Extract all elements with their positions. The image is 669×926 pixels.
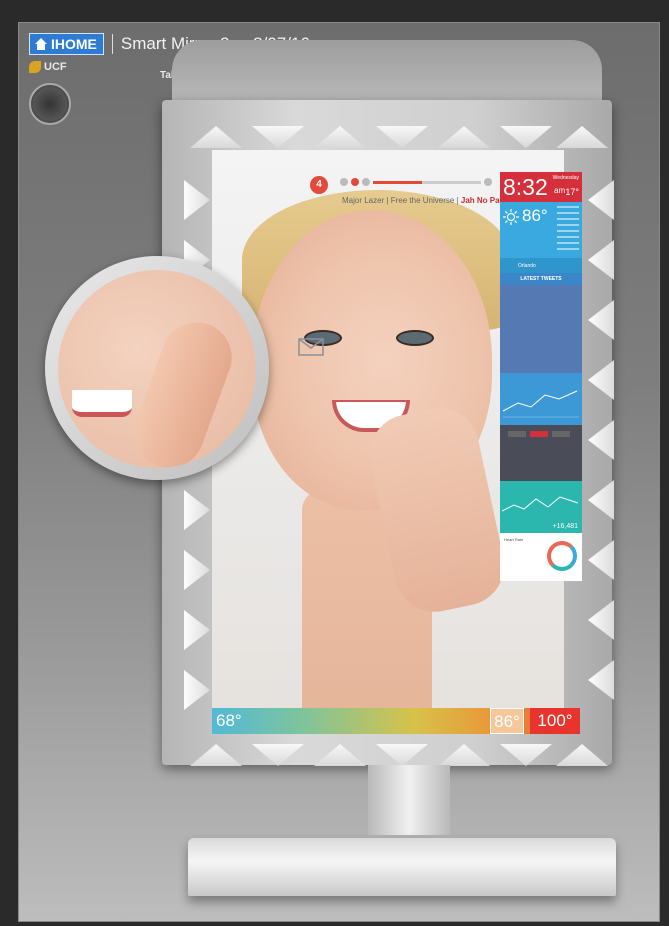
weather-temp: 86°	[522, 206, 548, 225]
ucf-logo: UCF	[29, 61, 67, 73]
temp-low: 68°	[216, 711, 242, 730]
song-artist: Major Lazer | Free the Universe |	[342, 196, 461, 205]
location-row: Orlando	[500, 258, 582, 273]
temp-high: 100°	[530, 708, 580, 734]
header-divider	[111, 34, 113, 54]
prev-icon[interactable]	[340, 178, 348, 186]
temperature-bar: 68° 86° 100°	[212, 708, 580, 734]
outside-temp: 17°	[565, 187, 579, 197]
market-widget	[500, 425, 582, 481]
tab[interactable]	[552, 431, 570, 437]
mirror-stand	[368, 765, 450, 835]
tab[interactable]	[508, 431, 526, 437]
heart-rate-widget: Heart Rate	[500, 533, 582, 581]
clock-ampm: am	[554, 186, 566, 195]
sun-icon	[503, 209, 519, 225]
clock-date: Wednesday	[552, 175, 579, 181]
steps-chart	[502, 496, 579, 512]
magnifier-lens	[58, 270, 256, 468]
ucf-label: UCF	[44, 61, 67, 73]
steps-widget: +16,481	[500, 481, 582, 533]
music-player[interactable]	[340, 176, 492, 188]
heart-rate-label: Heart Rate	[504, 537, 524, 542]
tweets-header: LATEST TWEETS	[500, 273, 582, 285]
weather-widget: 86°	[500, 202, 582, 258]
volume-icon[interactable]	[484, 178, 492, 186]
track-progress[interactable]	[373, 180, 481, 184]
ihome-logo: IHOME	[29, 33, 104, 55]
next-icon[interactable]	[362, 178, 370, 186]
clock-time: 8:32	[503, 174, 548, 200]
mail-icon[interactable]	[298, 338, 324, 356]
magnified-smile	[72, 390, 132, 417]
widget-column: 8:32 am Wednesday 17° 86° Orlando LATEST…	[500, 172, 582, 581]
line-chart	[503, 390, 579, 418]
forecast-list	[557, 206, 579, 252]
heart-rate-ring	[547, 541, 577, 571]
tab-active[interactable]	[530, 431, 548, 437]
pegasus-icon	[29, 61, 41, 73]
tweets-feed[interactable]	[500, 285, 582, 373]
chart-widget	[500, 373, 582, 425]
home-icon	[35, 38, 47, 50]
notification-badge: 4	[310, 176, 328, 194]
market-tabs[interactable]	[508, 431, 570, 437]
mirror-base	[188, 838, 616, 896]
brand-label: IHOME	[51, 36, 97, 52]
play-icon[interactable]	[351, 178, 359, 186]
location-label: Orlando	[518, 263, 536, 269]
clock-widget: 8:32 am Wednesday 17°	[500, 172, 582, 202]
temp-current[interactable]: 86°	[490, 708, 524, 734]
now-playing: Major Lazer | Free the Universe | Jah No…	[342, 196, 514, 205]
steps-value: +16,481	[552, 523, 579, 530]
right-eye	[396, 330, 434, 346]
university-seal	[29, 83, 71, 125]
mirror-back-panel	[172, 40, 602, 100]
